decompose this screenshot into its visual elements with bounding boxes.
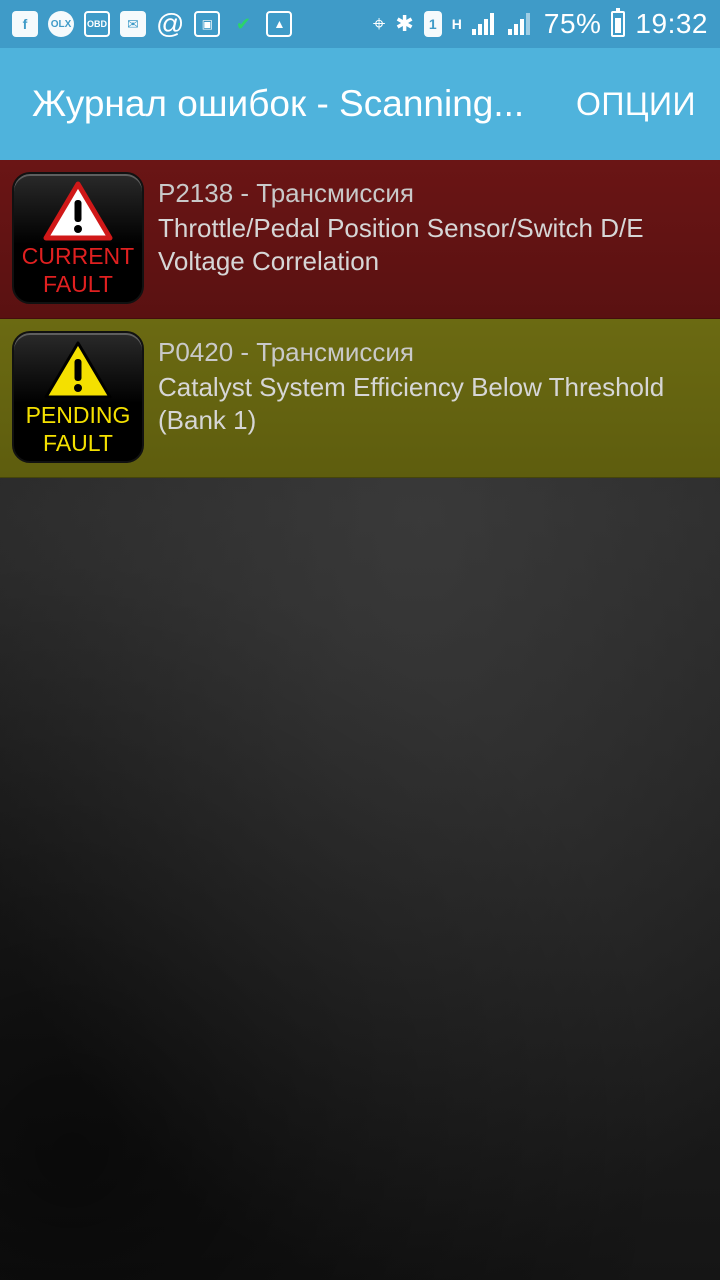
pending-fault-badge: PENDING FAULT (12, 331, 144, 463)
system-icons: ⌖ ✱ 1 H 75% 19:32 (373, 8, 708, 40)
badge-label: PENDING FAULT (25, 402, 131, 456)
mail-icon: ✉ (120, 11, 146, 37)
location-icon: ⌖ (372, 11, 386, 36)
options-button[interactable]: ОПЦИИ (576, 86, 696, 123)
current-fault-badge: CURRENT FAULT (12, 172, 144, 304)
check-icon: ✔ (235, 13, 251, 34)
fault-item-current[interactable]: CURRENT FAULT P2138 - Трансмиссия Thrott… (0, 160, 720, 319)
save-icon: ▣ (194, 11, 221, 37)
app-bar: Журнал ошибок - Scanning... ОПЦИИ (0, 48, 720, 160)
olx-icon: OLX (48, 11, 74, 37)
fault-description: Catalyst System Efficiency Below Thresho… (158, 372, 665, 435)
warning-icon (44, 341, 112, 399)
status-bar: f OLX OBD ✉ @ ▣ ✔ ▲ ⌖ ✱ 1 H 75% 19:32 (0, 0, 720, 48)
fault-item-pending[interactable]: PENDING FAULT P0420 - Трансмиссия Cataly… (0, 319, 720, 478)
notification-icons: f OLX OBD ✉ @ ▣ ✔ ▲ (12, 8, 293, 40)
badge-label: CURRENT FAULT (21, 243, 135, 297)
at-icon: @ (156, 8, 185, 39)
facebook-icon: f (12, 11, 38, 37)
signal-2-icon (507, 13, 534, 35)
bluetooth-icon: ✱ (395, 11, 414, 36)
fault-list: CURRENT FAULT P2138 - Трансмиссия Thrott… (0, 160, 720, 478)
signal-icon (471, 13, 498, 35)
fault-body: P0420 - Трансмиссия Catalyst System Effi… (158, 331, 664, 437)
hspa-icon: H (451, 16, 462, 32)
fault-body: P2138 - Трансмиссия Throttle/Pedal Posit… (158, 172, 644, 278)
obd-icon: OBD (84, 11, 110, 37)
page-title: Журнал ошибок - Scanning... (32, 83, 525, 124)
image-icon: ▲ (266, 11, 293, 37)
fault-description: Throttle/Pedal Position Sensor/Switch D/… (158, 213, 644, 276)
fault-code: P2138 - Трансмиссия (158, 178, 414, 208)
warning-icon (43, 181, 113, 241)
battery-percent: 75% (543, 8, 602, 39)
clock: 19:32 (635, 8, 708, 39)
battery-icon (611, 8, 626, 37)
fault-code: P0420 - Трансмиссия (158, 337, 414, 367)
sim-1-icon: 1 (423, 11, 442, 37)
